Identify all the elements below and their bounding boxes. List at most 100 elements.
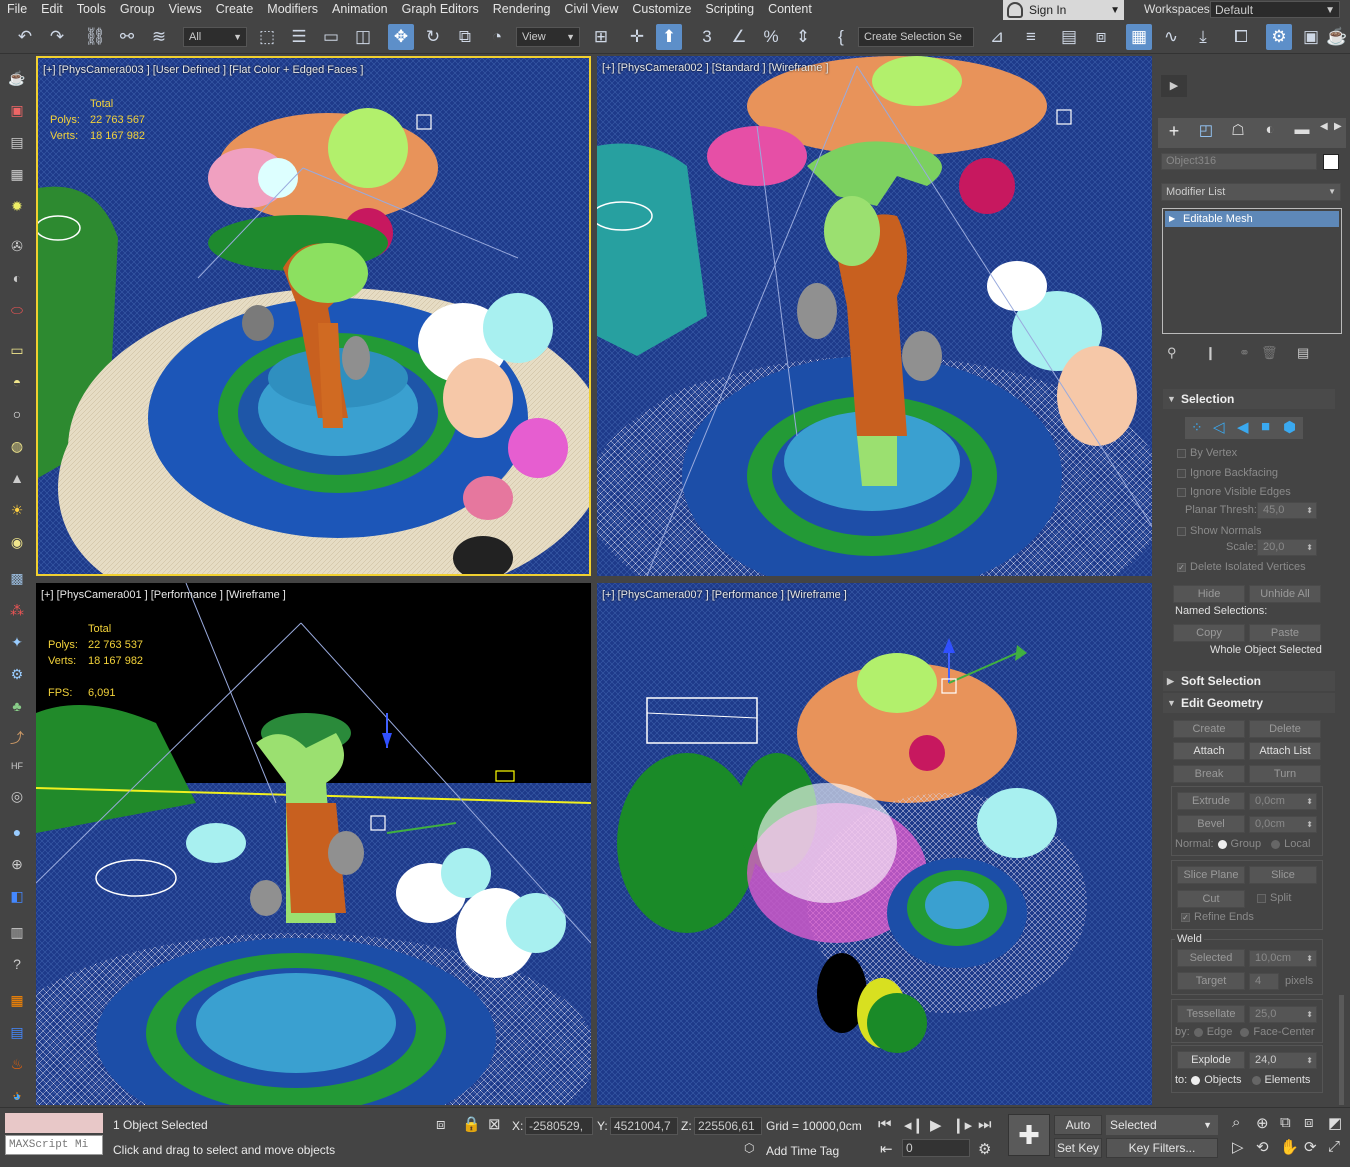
refine-ends-checkbox[interactable]: ✓ Refine Ends bbox=[1181, 911, 1254, 923]
bevel-spinner[interactable]: 0,0cm ⬍ bbox=[1249, 816, 1317, 833]
spinner-arrows-icon[interactable]: ⬍ bbox=[1306, 503, 1313, 518]
selection-rollout-header[interactable]: ▼ Selection bbox=[1163, 389, 1335, 409]
copy-button[interactable]: Copy bbox=[1173, 624, 1245, 642]
modifier-icon[interactable]: ◧ bbox=[6, 885, 28, 907]
cone-icon[interactable]: ▲ bbox=[6, 467, 28, 489]
explode-spinner[interactable]: 24,0 ⬍ bbox=[1249, 1052, 1317, 1069]
viewport-label[interactable]: [+] [PhysCamera002 ] [Standard ] [Wirefr… bbox=[602, 62, 829, 74]
toggle-ribbon-icon[interactable]: ▦ bbox=[1126, 24, 1152, 50]
gear-icon[interactable]: ⚙ bbox=[6, 663, 28, 685]
checkmark-icon[interactable]: ✓ bbox=[1177, 562, 1186, 572]
viewport-label[interactable]: [+] [PhysCamera007 ] [Performance ] [Wir… bbox=[602, 589, 847, 601]
menu-item-modifiers[interactable]: Modifiers bbox=[260, 0, 325, 19]
split-checkbox[interactable]: Split bbox=[1257, 892, 1291, 904]
viewport-bottom-left[interactable]: [+] [PhysCamera001 ] [Performance ] [Wir… bbox=[36, 583, 591, 1105]
orbit-subobject-icon[interactable]: ⟳ bbox=[1304, 1138, 1317, 1156]
turn-button[interactable]: Turn bbox=[1249, 765, 1321, 783]
menu-item-customize[interactable]: Customize bbox=[625, 0, 698, 19]
select-by-name-icon[interactable]: ☰ bbox=[286, 24, 312, 50]
objects-radio[interactable] bbox=[1191, 1075, 1201, 1085]
expand-toggle-icon[interactable]: ▶ bbox=[1161, 75, 1187, 97]
rectangular-selection-icon[interactable]: ▭ bbox=[318, 24, 344, 50]
go-to-end-icon[interactable]: ⏭ bbox=[978, 1116, 992, 1133]
link-icon[interactable]: ⛓ bbox=[82, 24, 108, 50]
stack-item-editable-mesh[interactable]: ▶ Editable Mesh bbox=[1165, 211, 1339, 227]
group-radio[interactable] bbox=[1217, 839, 1227, 849]
modifier-list-dropdown[interactable]: Modifier List ▼ bbox=[1161, 183, 1341, 201]
maxscript-listener-output[interactable] bbox=[5, 1113, 103, 1133]
zoom-all-icon[interactable]: ⊕ bbox=[1256, 1114, 1269, 1132]
delete-button[interactable]: Delete bbox=[1249, 720, 1321, 738]
spinner-arrows-icon[interactable]: ⬍ bbox=[1306, 794, 1313, 809]
particles-icon[interactable]: ⁂ bbox=[6, 599, 28, 621]
checkbox[interactable] bbox=[1177, 468, 1186, 478]
panel-scrollbar[interactable] bbox=[1339, 995, 1344, 1105]
mirror-icon[interactable]: ⊿ bbox=[984, 24, 1010, 50]
unhide-all-button[interactable]: Unhide All bbox=[1249, 585, 1321, 603]
geosphere-small-icon[interactable]: ◎ bbox=[6, 785, 28, 807]
plant-icon[interactable]: ♣ bbox=[6, 695, 28, 717]
lock-icon[interactable]: 🔒 bbox=[462, 1115, 481, 1133]
show-normals-checkbox[interactable]: Show Normals bbox=[1177, 525, 1262, 537]
zoom-extents-icon[interactable]: ⧉ bbox=[1280, 1114, 1291, 1131]
menu-item-create[interactable]: Create bbox=[209, 0, 261, 19]
viewport-label[interactable]: [+] [PhysCamera003 ] [User Defined ] [Fl… bbox=[43, 64, 363, 76]
maxscript-mini-listener[interactable]: MAXScript Mi bbox=[5, 1135, 103, 1155]
sign-in-button[interactable]: Sign In ▼ bbox=[1003, 0, 1124, 20]
zoom-extents-all-icon[interactable]: ⧈ bbox=[1304, 1114, 1314, 1131]
tessellate-button[interactable]: Tessellate bbox=[1177, 1005, 1245, 1023]
paste-button[interactable]: Paste bbox=[1249, 624, 1321, 642]
angle-snap-icon[interactable]: ∠ bbox=[726, 24, 752, 50]
explode-button[interactable]: Explode bbox=[1177, 1051, 1245, 1069]
spinner-arrows-icon[interactable]: ⬍ bbox=[1306, 1053, 1313, 1068]
create-button[interactable]: Create bbox=[1173, 720, 1245, 738]
teapot-icon[interactable]: ☕ bbox=[6, 67, 28, 89]
video-camera-icon[interactable]: ⬭ bbox=[6, 299, 28, 321]
menu-item-animation[interactable]: Animation bbox=[325, 0, 395, 19]
grid-icon[interactable]: ▩ bbox=[6, 567, 28, 589]
isolate-selection-icon[interactable]: ⧈ bbox=[436, 1116, 446, 1133]
menu-item-edit[interactable]: Edit bbox=[34, 0, 70, 19]
soft-selection-rollout-header[interactable]: ▶ Soft Selection bbox=[1163, 671, 1335, 691]
object-color-swatch[interactable] bbox=[1323, 154, 1339, 170]
select-rotate-icon[interactable]: ↻ bbox=[420, 24, 446, 50]
delete-isolated-checkbox[interactable]: ✓ Delete Isolated Vertices bbox=[1177, 561, 1306, 573]
zoom-icon[interactable]: ⌕ bbox=[1232, 1114, 1240, 1131]
remove-modifier-icon[interactable]: 🗑 bbox=[1261, 345, 1278, 361]
create-tab-icon[interactable]: + bbox=[1162, 121, 1186, 145]
attach-button[interactable]: Attach bbox=[1173, 742, 1245, 760]
camera-icon[interactable]: ✇ bbox=[6, 235, 28, 257]
ignore-visible-edges-checkbox[interactable]: Ignore Visible Edges bbox=[1177, 486, 1291, 498]
table-icon[interactable]: ▦ bbox=[6, 163, 28, 185]
weld-target-button[interactable]: Target bbox=[1177, 972, 1245, 990]
ignore-backfacing-checkbox[interactable]: Ignore Backfacing bbox=[1177, 467, 1278, 479]
layer-explorer-icon[interactable]: ⧈ bbox=[1088, 24, 1114, 50]
sphere-icon[interactable]: ○ bbox=[6, 403, 28, 425]
named-selection-set-dropdown[interactable]: Create Selection Se bbox=[858, 27, 974, 47]
sun-icon[interactable]: ☀ bbox=[6, 499, 28, 521]
redo-icon[interactable]: ↷ bbox=[44, 24, 70, 50]
plane-icon[interactable]: ▭ bbox=[6, 339, 28, 361]
viewport-top-right[interactable]: [+] [PhysCamera002 ] [Standard ] [Wirefr… bbox=[597, 56, 1152, 576]
checkmark-icon[interactable]: ✓ bbox=[1181, 912, 1190, 922]
set-key-mode-button[interactable]: ✚ bbox=[1008, 1114, 1050, 1156]
viewport-label[interactable]: [+] [PhysCamera001 ] [Performance ] [Wir… bbox=[41, 589, 286, 601]
keyboard-shortcut-toggle-icon[interactable]: ⬆ bbox=[656, 24, 682, 50]
checkbox[interactable] bbox=[1177, 487, 1186, 497]
weld-selected-spinner[interactable]: 10,0cm ⬍ bbox=[1249, 950, 1317, 967]
key-mode-icon[interactable]: ⇤ bbox=[880, 1140, 893, 1158]
render-frame-icon[interactable]: ▦ bbox=[6, 989, 28, 1011]
spinner-arrows-icon[interactable]: ⬍ bbox=[1306, 1007, 1313, 1022]
hierarchy-tab-icon[interactable]: ☖ bbox=[1226, 121, 1250, 145]
motion-tab-icon[interactable]: ◐ bbox=[1258, 121, 1282, 145]
menu-item-group[interactable]: Group bbox=[113, 0, 162, 19]
render-production-icon[interactable]: ☕ bbox=[1326, 24, 1347, 50]
polygon-icon[interactable]: ■ bbox=[1261, 418, 1270, 435]
material-editor-icon[interactable]: ⧠ bbox=[1228, 24, 1254, 50]
cylinder-icon[interactable]: ◉ bbox=[6, 531, 28, 553]
render-setup-icon[interactable]: ⚙ bbox=[1266, 24, 1292, 50]
key-filters-button[interactable]: Key Filters... bbox=[1106, 1138, 1218, 1158]
select-manipulate-icon[interactable]: ✛ bbox=[624, 24, 650, 50]
rendered-frame-window-icon[interactable]: ▣ bbox=[1298, 24, 1324, 50]
slice-plane-button[interactable]: Slice Plane bbox=[1177, 866, 1245, 884]
